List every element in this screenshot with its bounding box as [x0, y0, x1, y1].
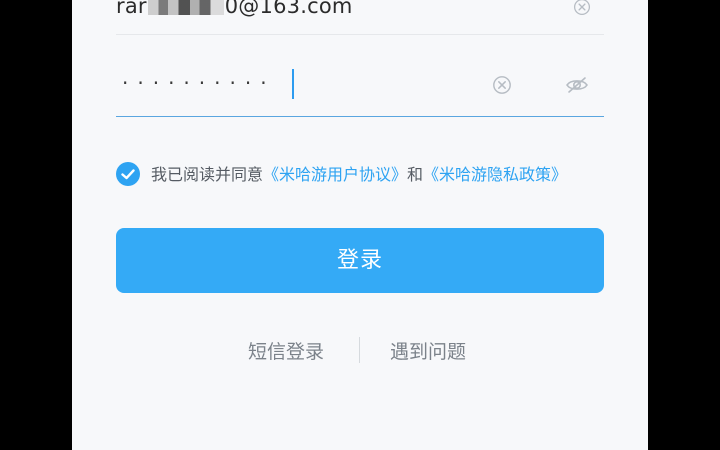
link-divider — [359, 337, 360, 363]
login-panel: rar 0@163.com ·········· 我已阅读并同意《米哈游用户协议》… — [72, 0, 648, 450]
email-field[interactable]: rar 0@163.com — [116, 0, 604, 35]
help-link[interactable]: 遇到问题 — [390, 337, 466, 364]
sms-login-link[interactable]: 短信登录 — [248, 337, 324, 364]
clear-circle-icon[interactable] — [492, 75, 512, 95]
email-suffix: 0@163.com — [224, 0, 353, 18]
email-redaction-mask — [147, 0, 224, 15]
email-input-value[interactable]: rar 0@163.com — [116, 0, 353, 18]
email-prefix: rar — [116, 0, 147, 18]
eye-off-icon[interactable] — [565, 74, 589, 96]
privacy-policy-link[interactable]: 《米哈游隐私政策》 — [423, 165, 567, 184]
text-caret — [292, 69, 294, 99]
agreement-checkbox[interactable] — [116, 162, 140, 186]
login-button[interactable]: 登录 — [116, 228, 604, 293]
agreement-lead: 我已阅读并同意 — [151, 165, 264, 184]
right-black-bar — [648, 0, 720, 450]
password-input-value[interactable]: ·········· — [122, 70, 276, 96]
password-field[interactable]: ·········· — [116, 52, 604, 117]
bottom-links: 短信登录 遇到问题 — [72, 333, 648, 369]
clear-circle-icon[interactable] — [573, 0, 591, 16]
check-icon — [121, 169, 135, 180]
user-agreement-link[interactable]: 《米哈游用户协议》 — [263, 165, 407, 184]
agreement-text: 我已阅读并同意《米哈游用户协议》和《米哈游隐私政策》 — [151, 163, 581, 186]
left-black-bar — [0, 0, 72, 450]
agreement-conjunction: 和 — [407, 165, 424, 184]
